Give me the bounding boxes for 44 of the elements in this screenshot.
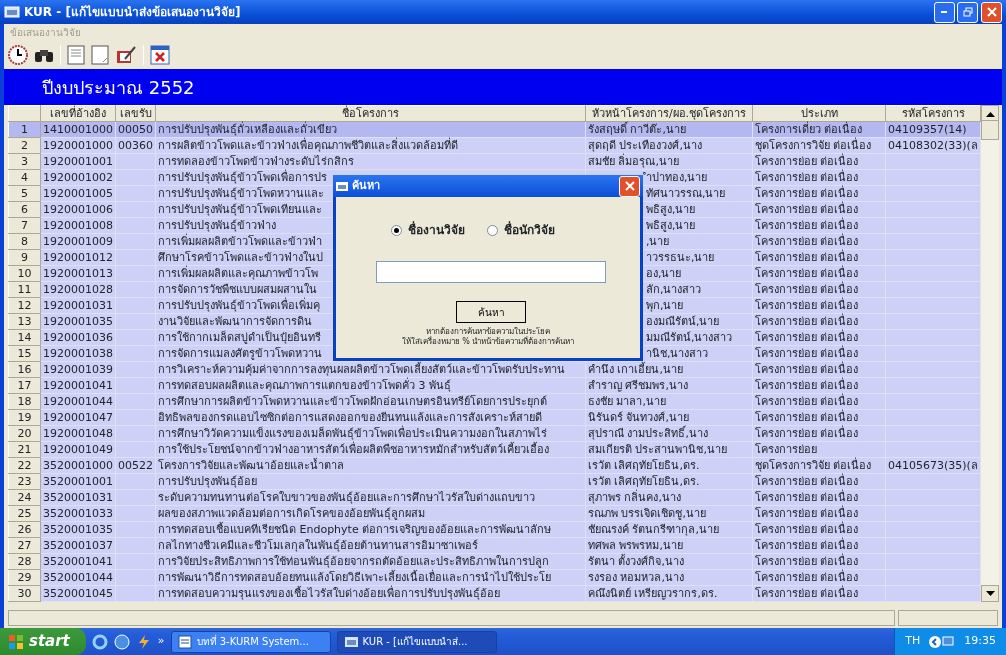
more-button[interactable]: »: [157, 633, 165, 650]
minimize-button[interactable]: [933, 1, 955, 23]
corner-header: [8, 105, 41, 122]
scroll-down-icon[interactable]: [985, 590, 995, 597]
clock: 19:35: [964, 633, 996, 650]
column-header[interactable]: เลขที่อ้างอิง: [40, 105, 116, 122]
window-title: KUR - [แก้ไขแบบนำส่งข้อเสนองานวิจัย]: [24, 4, 241, 21]
restore-icon: [962, 7, 973, 17]
language-indicator[interactable]: TH: [905, 633, 921, 650]
fiscal-year-banner: ปีงบประมาณ 2552: [4, 69, 1002, 105]
close-button[interactable]: [619, 175, 640, 197]
document-icon[interactable]: [67, 45, 85, 65]
scroll-up-icon[interactable]: [985, 110, 995, 117]
maximize-button[interactable]: [957, 1, 979, 23]
close-icon: [986, 7, 997, 17]
edit-icon[interactable]: [115, 45, 137, 65]
app-icon: [4, 5, 20, 19]
close-window-icon[interactable]: [150, 45, 170, 65]
page-icon[interactable]: [91, 45, 109, 65]
globe-icon[interactable]: [113, 633, 130, 650]
column-header[interactable]: รหัสโครงการ: [885, 105, 981, 122]
search-button[interactable]: ค้นหา: [456, 301, 526, 323]
search-field[interactable]: [376, 261, 606, 283]
document-icon: [177, 634, 192, 649]
browser-icon[interactable]: [91, 633, 108, 650]
hint-text: หากต้องการค้นหาข้อความในประโยค ให้ใส่เครื่องหมาย % นำหน้าข้อความที่ต้องการค้นหา: [400, 327, 576, 347]
window-icon: [343, 634, 358, 649]
taskbar-button[interactable]: บทที่ 3-KURM System...: [170, 630, 331, 653]
network-icon[interactable]: [928, 633, 957, 650]
dialog-icon: [336, 181, 348, 191]
clock-icon[interactable]: [8, 45, 28, 65]
start-button[interactable]: start: [0, 628, 86, 655]
binoculars-icon[interactable]: [34, 47, 54, 63]
close-icon: [624, 181, 635, 191]
column-header[interactable]: ประเภท: [752, 105, 886, 122]
column-header[interactable]: หัวหน้าโครงการ/ผอ.ชุดโครงการ: [585, 105, 753, 122]
taskbar-button[interactable]: KUR - [แก้ไขแบบนำส่...: [336, 630, 497, 653]
windows-logo-icon: [8, 633, 24, 650]
column-header[interactable]: เลขรับ: [115, 105, 156, 122]
close-button[interactable]: [981, 1, 1002, 23]
column-header[interactable]: ชื่อโครงการ: [155, 105, 586, 122]
scroll-thumb[interactable]: [981, 120, 999, 140]
minimize-icon: [941, 11, 947, 13]
scrollbar[interactable]: [981, 105, 999, 602]
